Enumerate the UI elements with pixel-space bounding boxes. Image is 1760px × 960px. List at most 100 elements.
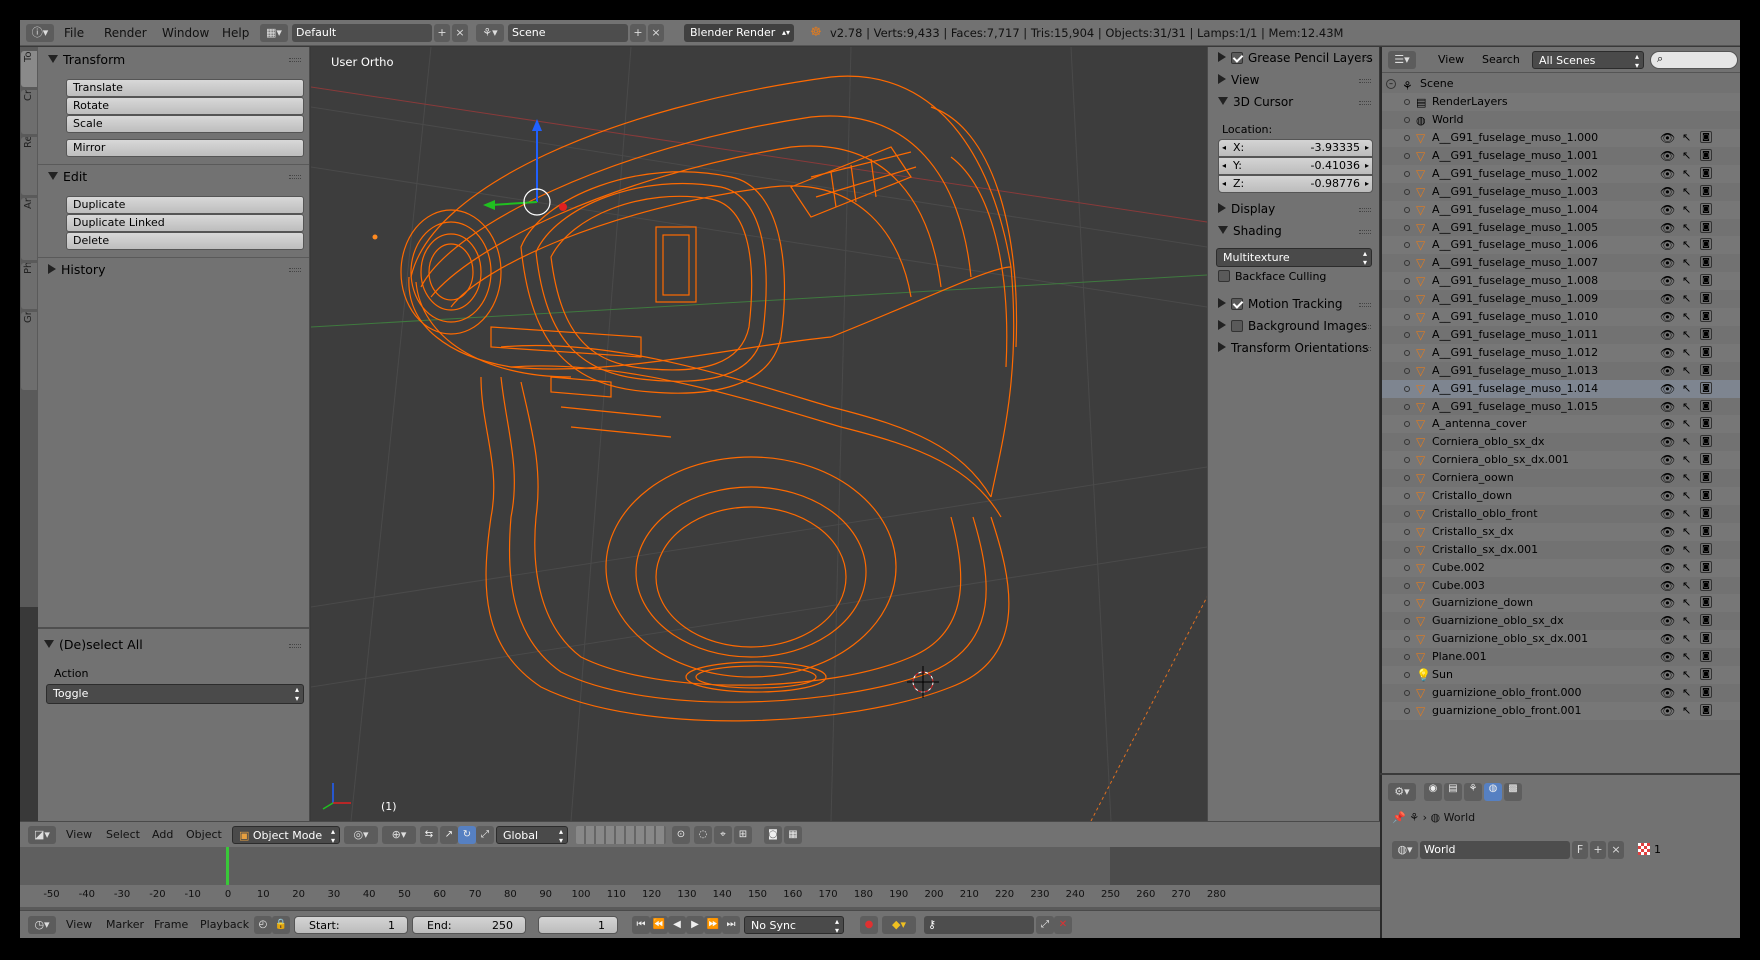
active-keying-set-field[interactable]: ⚷ <box>924 916 1034 934</box>
layers-context-icon[interactable]: ▤ <box>1444 783 1462 801</box>
background-images-panel-header[interactable]: Background Images <box>1218 319 1367 333</box>
visibility-eye-icon[interactable]: 👁 <box>1660 219 1675 237</box>
outliner-object-row[interactable]: ▽ guarnizione_oblo_front.001 👁 ↖ ◙ <box>1382 701 1740 720</box>
jump-end-icon[interactable]: ⏭ <box>722 916 740 934</box>
drag-grip-icon[interactable] <box>289 268 301 272</box>
increment-arrow-icon[interactable]: ▸ <box>1365 140 1369 156</box>
tab-grease-pencil[interactable]: Grease Pencil <box>21 312 37 390</box>
drag-grip-icon[interactable] <box>1359 230 1371 234</box>
expand-toggle-icon[interactable] <box>1404 367 1410 374</box>
renderability-camera-icon[interactable]: ◙ <box>1700 238 1712 251</box>
drag-grip-icon[interactable] <box>1359 57 1371 61</box>
outliner-object-row[interactable]: 💡 Sun 👁 ↖ ◙ <box>1382 666 1740 684</box>
layout-name-field[interactable]: Default <box>292 24 432 42</box>
selectability-cursor-icon[interactable]: ↖ <box>1682 308 1691 326</box>
outliner-view-menu[interactable]: View <box>1438 53 1464 66</box>
display-mode-select[interactable]: All Scenes ▴ ▾ <box>1532 51 1644 70</box>
outliner-object-row[interactable]: ▽ A__G91_fuselage_muso_1.000 👁 ↖ ◙ <box>1382 129 1740 147</box>
renderability-camera-icon[interactable]: ◙ <box>1700 399 1712 412</box>
outliner-object-row[interactable]: ▽ A__G91_fuselage_muso_1.007 👁 ↖ ◙ <box>1382 254 1740 272</box>
preview-range-icon[interactable]: ◴ <box>254 916 272 934</box>
outliner-object-row[interactable]: ▽ Guarnizione_down 👁 ↖ ◙ <box>1382 594 1740 613</box>
outliner-object-row[interactable]: ▽ Cube.003 👁 ↖ ◙ <box>1382 577 1740 595</box>
renderability-camera-icon[interactable]: ◙ <box>1700 417 1712 430</box>
visibility-eye-icon[interactable]: 👁 <box>1660 165 1675 183</box>
visibility-eye-icon[interactable]: 👁 <box>1660 630 1675 648</box>
unlink-world-icon[interactable]: × <box>1608 841 1624 859</box>
new-world-icon[interactable]: + <box>1590 841 1606 859</box>
outliner-object-row[interactable]: ▽ A__G91_fuselage_muso_1.015 👁 ↖ ◙ <box>1382 398 1740 416</box>
selectability-cursor-icon[interactable]: ↖ <box>1682 254 1691 272</box>
expand-toggle-icon[interactable] <box>1404 296 1410 303</box>
delete-keyframe-icon[interactable]: ✕ <box>1054 916 1072 934</box>
selectability-cursor-icon[interactable]: ↖ <box>1682 612 1691 630</box>
expand-toggle-icon[interactable] <box>1404 582 1410 589</box>
expand-toggle-icon[interactable] <box>1404 117 1410 123</box>
select-menu[interactable]: Select <box>106 826 140 844</box>
transform-orientation-select[interactable]: Global ▴ ▾ <box>496 826 568 845</box>
timeline-view-menu[interactable]: View <box>66 916 92 934</box>
expand-toggle-icon[interactable] <box>1404 493 1410 499</box>
expand-toggle-icon[interactable] <box>1404 224 1410 231</box>
expand-toggle-icon[interactable] <box>1404 152 1410 159</box>
play-reverse-icon[interactable]: ◀ <box>668 916 686 934</box>
decrement-arrow-icon[interactable]: ◂ <box>1222 140 1226 156</box>
play-icon[interactable]: ▶ <box>686 916 704 934</box>
selectability-cursor-icon[interactable]: ↖ <box>1682 398 1691 416</box>
3d-view-editor-type-icon[interactable]: ◪▾ <box>28 826 56 844</box>
expand-toggle-icon[interactable] <box>1404 206 1410 213</box>
renderability-camera-icon[interactable]: ◙ <box>1700 363 1712 376</box>
renderability-camera-icon[interactable]: ◙ <box>1700 327 1712 340</box>
expand-toggle-icon[interactable] <box>1404 618 1410 625</box>
outliner-object-row[interactable]: ▽ A__G91_fuselage_muso_1.013 👁 ↖ ◙ <box>1382 362 1740 380</box>
history-panel-header[interactable]: History <box>48 262 105 277</box>
outliner-object-row[interactable]: ▽ A__G91_fuselage_muso_1.011 👁 ↖ ◙ <box>1382 326 1740 344</box>
tab-relations[interactable]: Relations <box>21 137 37 195</box>
outliner-object-row[interactable]: ▽ Cristallo_sx_dx 👁 ↖ ◙ <box>1382 522 1740 541</box>
drag-grip-icon[interactable] <box>1359 79 1371 83</box>
remove-layout-icon[interactable]: × <box>452 24 468 42</box>
cursor-x-field[interactable]: ◂ X: -3.93335 ▸ <box>1218 139 1373 157</box>
screen-layout-icon[interactable]: ▦▾ <box>260 24 288 42</box>
selectability-cursor-icon[interactable]: ↖ <box>1682 147 1691 165</box>
shading-mode-select[interactable]: Multitexture ▴ ▾ <box>1216 248 1372 267</box>
menu-help[interactable]: Help <box>222 24 249 42</box>
viewport-shading-select[interactable]: ◎▾ <box>344 826 378 844</box>
visibility-eye-icon[interactable]: 👁 <box>1660 577 1675 595</box>
transform-orientations-panel-header[interactable]: Transform Orientations <box>1218 341 1369 355</box>
marker-menu[interactable]: Marker <box>106 916 144 934</box>
selectability-cursor-icon[interactable]: ↖ <box>1682 415 1691 433</box>
visibility-eye-icon[interactable]: 👁 <box>1660 183 1675 201</box>
visibility-eye-icon[interactable]: 👁 <box>1660 433 1675 451</box>
outliner-object-row[interactable]: ▽ Cristallo_oblo_front 👁 ↖ ◙ <box>1382 505 1740 523</box>
expand-toggle-icon[interactable] <box>1404 672 1410 678</box>
lock-range-icon[interactable]: 🔒 <box>272 916 290 934</box>
render-context-icon[interactable]: ◉ <box>1424 783 1442 801</box>
renderability-camera-icon[interactable]: ◙ <box>1700 632 1712 645</box>
end-frame-field[interactable]: End: 250 <box>412 916 526 934</box>
outliner-object-row[interactable]: ▽ Corniera_oblo_sx_dx.001 👁 ↖ ◙ <box>1382 451 1740 470</box>
start-frame-field[interactable]: Start: 1 <box>294 916 408 934</box>
visibility-eye-icon[interactable]: 👁 <box>1660 648 1675 666</box>
expand-toggle-icon[interactable] <box>1404 439 1410 446</box>
renderability-camera-icon[interactable]: ◙ <box>1700 471 1712 484</box>
motion-tracking-checkbox[interactable] <box>1231 298 1243 310</box>
expand-toggle-icon[interactable] <box>1404 421 1410 428</box>
duplicate-linked-button[interactable]: Duplicate Linked <box>66 214 304 232</box>
renderability-camera-icon[interactable]: ◙ <box>1700 220 1712 233</box>
3d-viewport[interactable]: User Ortho (1) <box>311 47 1207 821</box>
world-context-icon[interactable]: ◍ <box>1484 783 1502 801</box>
outliner-object-row[interactable]: ▽ A__G91_fuselage_muso_1.010 👁 ↖ ◙ <box>1382 308 1740 326</box>
grease-pencil-panel-header[interactable]: Grease Pencil Layers <box>1218 51 1373 65</box>
renderability-camera-icon[interactable]: ◙ <box>1700 274 1712 287</box>
scale-manipulator-icon[interactable]: ⤢ <box>476 826 494 844</box>
outliner-search-input[interactable]: ⌕ <box>1650 51 1738 69</box>
visibility-eye-icon[interactable]: 👁 <box>1660 702 1675 720</box>
selectability-cursor-icon[interactable]: ↖ <box>1682 236 1691 254</box>
selectability-cursor-icon[interactable]: ↖ <box>1682 272 1691 290</box>
expand-toggle-icon[interactable] <box>1404 475 1410 482</box>
renderability-camera-icon[interactable]: ◙ <box>1700 184 1712 197</box>
renderability-camera-icon[interactable]: ◙ <box>1700 345 1712 358</box>
selectability-cursor-icon[interactable]: ↖ <box>1682 201 1691 219</box>
rotate-manipulator-icon[interactable]: ↻ <box>458 826 476 844</box>
